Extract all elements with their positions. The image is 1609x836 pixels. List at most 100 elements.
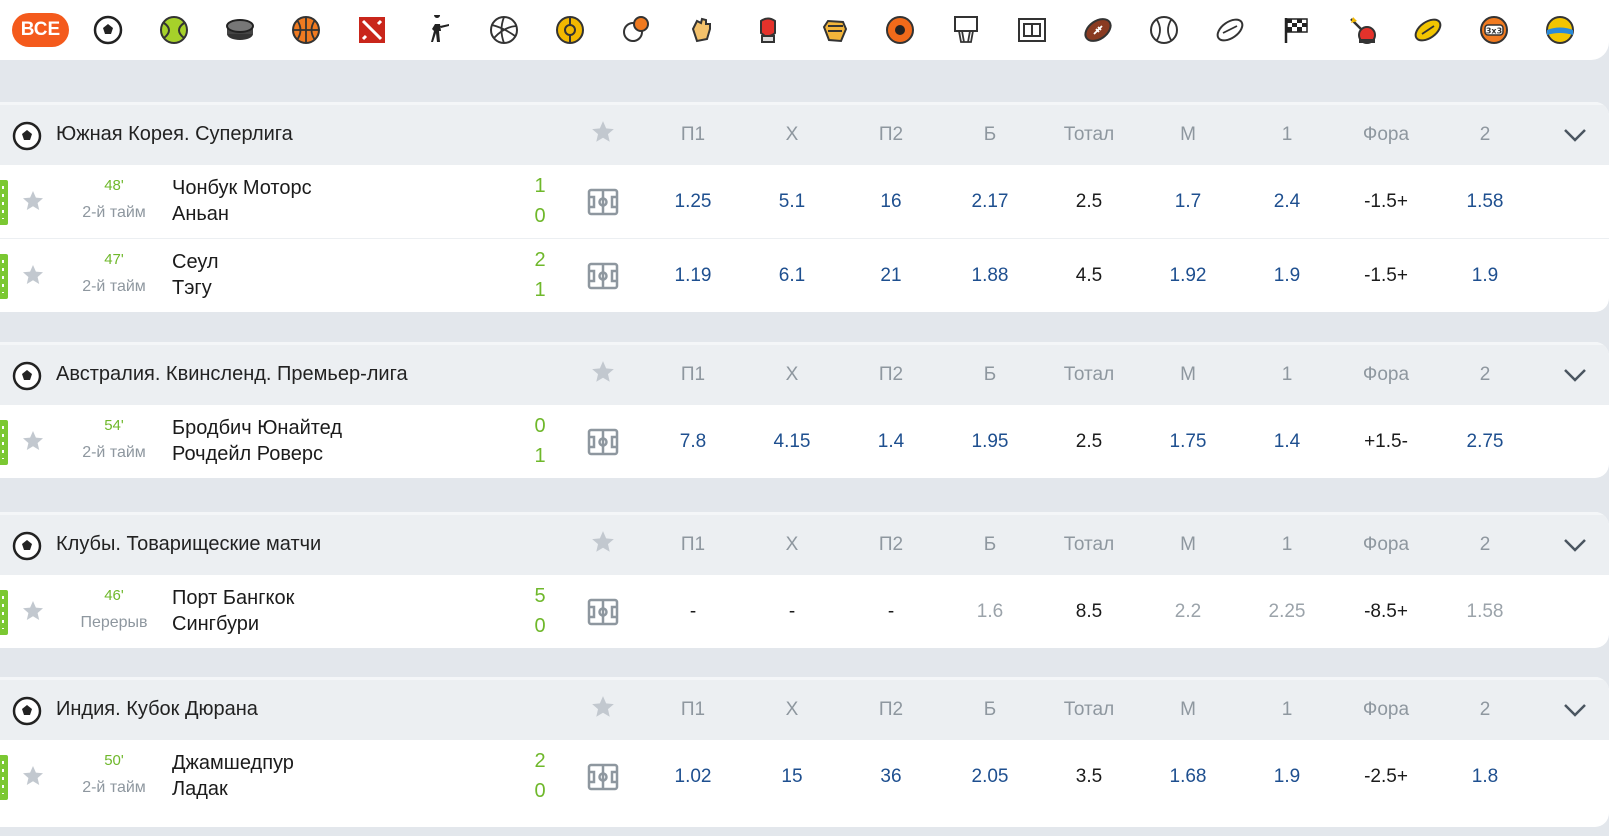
odd-p2[interactable]: 36 xyxy=(851,740,931,814)
odd-under[interactable]: 1.68 xyxy=(1148,740,1228,814)
chevron-down-icon[interactable] xyxy=(1562,365,1588,385)
odd-p1[interactable]: 7.8 xyxy=(653,405,733,478)
home-team[interactable]: Джамшедпур xyxy=(172,752,294,775)
odd-p2[interactable]: 1.4 xyxy=(851,405,931,478)
favorite-star-icon[interactable] xyxy=(21,189,45,213)
favorite-star-icon[interactable] xyxy=(21,263,45,287)
odd-x[interactable]: 5.1 xyxy=(752,165,832,239)
match-field-icon[interactable] xyxy=(587,427,619,457)
chevron-down-icon[interactable] xyxy=(1562,700,1588,720)
handicap-value: +1.5- xyxy=(1364,431,1408,452)
odd-over[interactable]: 2.17 xyxy=(950,165,1030,239)
basketball-3x3-icon[interactable]: 3x3 xyxy=(1477,13,1511,47)
odd-p1[interactable]: 1.19 xyxy=(653,239,733,312)
chevron-down-icon[interactable] xyxy=(1562,125,1588,145)
basketball-hoop-icon[interactable] xyxy=(949,13,983,47)
league-header[interactable]: Индия. Кубок Дюрана П1 Х П2 Б Тотал М 1 … xyxy=(0,677,1609,739)
match-row[interactable]: 54' 2-й тайм Бродбич Юнайтед Рочдейл Ров… xyxy=(0,404,1609,478)
favorite-star-icon[interactable] xyxy=(590,119,616,145)
stadium-icon[interactable] xyxy=(1015,13,1049,47)
odd-p1[interactable]: 1.02 xyxy=(653,740,733,814)
beach-volleyball-icon[interactable] xyxy=(1543,13,1577,47)
league-block: Индия. Кубок Дюрана П1 Х П2 Б Тотал М 1 … xyxy=(0,677,1609,827)
away-team[interactable]: Ладак xyxy=(172,778,228,801)
racing-flag-icon[interactable] xyxy=(1279,13,1313,47)
dota2-icon[interactable] xyxy=(355,13,389,47)
away-score: 1 xyxy=(534,279,546,301)
volleyball-icon[interactable] xyxy=(487,13,521,47)
odd-under[interactable]: 1.75 xyxy=(1148,405,1228,478)
favorite-star-icon[interactable] xyxy=(21,764,45,788)
league-header[interactable]: Южная Корея. Суперлига П1 Х П2 Б Тотал М… xyxy=(0,102,1609,164)
all-sports-button[interactable]: ВСЕ xyxy=(12,13,69,47)
darts-icon[interactable] xyxy=(1345,13,1379,47)
hockey-icon[interactable] xyxy=(223,13,257,47)
match-field-icon[interactable] xyxy=(587,597,619,627)
odd-x[interactable]: 4.15 xyxy=(752,405,832,478)
column-header-h1: 1 xyxy=(1281,699,1293,720)
odd-h1[interactable]: 1.4 xyxy=(1247,405,1327,478)
live-indicator xyxy=(0,420,8,465)
odd-h1[interactable]: 1.9 xyxy=(1247,239,1327,312)
match-row[interactable]: 48' 2-й тайм Чонбук Моторс Аньан 1 0 1.2… xyxy=(0,164,1609,238)
match-field-icon[interactable] xyxy=(587,187,619,217)
odd-h1[interactable]: 2.4 xyxy=(1247,165,1327,239)
league-header[interactable]: Клубы. Товарищеские матчи П1 Х П2 Б Тота… xyxy=(0,512,1609,574)
match-field-icon[interactable] xyxy=(587,762,619,792)
odd-x[interactable]: 6.1 xyxy=(752,239,832,312)
odd-p1[interactable]: 1.25 xyxy=(653,165,733,239)
football-icon[interactable] xyxy=(91,13,125,47)
home-team[interactable]: Порт Бангкок xyxy=(172,587,294,610)
aussie-rules-icon[interactable] xyxy=(1411,13,1445,47)
odd-over[interactable]: 1.88 xyxy=(950,239,1030,312)
basketball-icon[interactable] xyxy=(289,13,323,47)
column-header-p1: П1 xyxy=(680,534,706,555)
odd-x[interactable]: 15 xyxy=(752,740,832,814)
away-score: 0 xyxy=(534,205,546,227)
column-header-under: М xyxy=(1180,699,1196,720)
favorite-star-icon[interactable] xyxy=(21,599,45,623)
mma-icon[interactable] xyxy=(817,13,851,47)
odd-h2[interactable]: 1.8 xyxy=(1445,740,1525,814)
home-team[interactable]: Сеул xyxy=(172,251,219,274)
chevron-down-icon[interactable] xyxy=(1562,535,1588,555)
favorite-star-icon[interactable] xyxy=(590,359,616,385)
handball-icon[interactable] xyxy=(685,13,719,47)
column-header-total: Тотал xyxy=(1063,534,1115,555)
sports-bar: ВСЕ 3x3 xyxy=(0,0,1609,60)
ball-icon[interactable] xyxy=(883,13,917,47)
match-field-icon[interactable] xyxy=(587,261,619,291)
rugby-icon[interactable] xyxy=(1213,13,1247,47)
odd-under[interactable]: 1.7 xyxy=(1148,165,1228,239)
home-team[interactable]: Бродбич Юнайтед xyxy=(172,417,342,440)
league-header[interactable]: Австралия. Квинсленд. Премьер-лига П1 Х … xyxy=(0,342,1609,404)
odd-h2[interactable]: 1.9 xyxy=(1445,239,1525,312)
home-team[interactable]: Чонбук Моторс xyxy=(172,177,312,200)
away-team[interactable]: Рочдейл Роверс xyxy=(172,443,323,466)
favorite-star-icon[interactable] xyxy=(590,529,616,555)
away-team[interactable]: Сингбури xyxy=(172,613,259,636)
odd-over[interactable]: 2.05 xyxy=(950,740,1030,814)
match-row[interactable]: 47' 2-й тайм Сеул Тэгу 2 1 1.19 6.1 21 1… xyxy=(0,238,1609,312)
match-row[interactable]: 46' Перерыв Порт Бангкок Сингбури 5 0 - … xyxy=(0,574,1609,648)
favorite-star-icon[interactable] xyxy=(21,429,45,453)
futsal-icon[interactable] xyxy=(553,13,587,47)
counter-strike-icon[interactable] xyxy=(421,13,455,47)
american-football-icon[interactable] xyxy=(1081,13,1115,47)
baseball-icon[interactable] xyxy=(1147,13,1181,47)
odd-h2[interactable]: 2.75 xyxy=(1445,405,1525,478)
match-row[interactable]: 50' 2-й тайм Джамшедпур Ладак 2 0 1.02 1… xyxy=(0,739,1609,813)
odd-p2[interactable]: 16 xyxy=(851,165,931,239)
table-tennis-icon[interactable] xyxy=(619,13,653,47)
away-team[interactable]: Тэгу xyxy=(172,277,212,300)
boxing-icon[interactable] xyxy=(751,13,785,47)
handicap-value: -1.5+ xyxy=(1364,191,1408,212)
odd-under[interactable]: 1.92 xyxy=(1148,239,1228,312)
away-team[interactable]: Аньан xyxy=(172,203,229,226)
odd-h2[interactable]: 1.58 xyxy=(1445,165,1525,239)
odd-over[interactable]: 1.95 xyxy=(950,405,1030,478)
favorite-star-icon[interactable] xyxy=(590,694,616,720)
odd-h1[interactable]: 1.9 xyxy=(1247,740,1327,814)
odd-p2[interactable]: 21 xyxy=(851,239,931,312)
tennis-icon[interactable] xyxy=(157,13,191,47)
